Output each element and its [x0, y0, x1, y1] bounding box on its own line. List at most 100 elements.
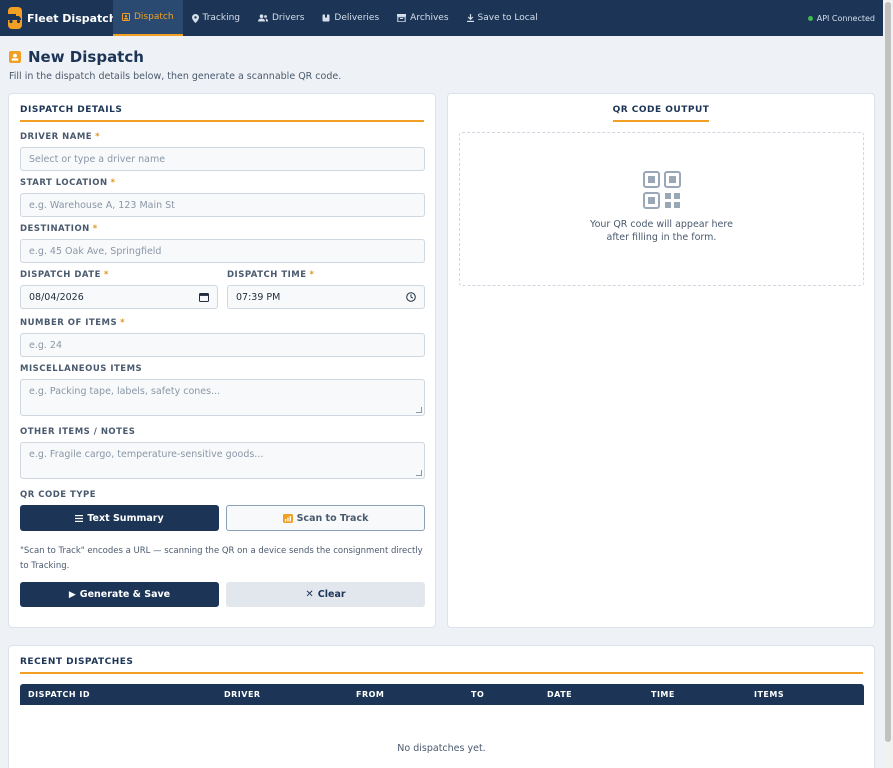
time-value: 07:39 PM — [236, 291, 281, 303]
brand[interactable]: Fleet Dispatch — [0, 0, 117, 36]
badge-icon — [122, 13, 130, 21]
qr-placeholder-text: Your QR code will appear here — [590, 219, 733, 230]
required-mark: * — [92, 224, 98, 234]
field-label: DRIVER NAME — [20, 132, 93, 142]
archive-icon — [397, 14, 407, 22]
field-label: MISCELLANEOUS ITEMS — [20, 364, 143, 374]
date-value: 08/04/2026 — [29, 291, 84, 303]
driver-name-field: DRIVER NAME * Select or type a driver nam… — [20, 132, 425, 171]
start-location-input[interactable]: e.g. Warehouse A, 123 Main St — [20, 193, 425, 217]
start-location-field: START LOCATION * e.g. Warehouse A, 123 Ma… — [20, 178, 425, 217]
dispatch-date-field: DISPATCH DATE * 08/04/2026 — [20, 270, 218, 309]
number-of-items-input[interactable]: e.g. 24 — [20, 333, 425, 357]
empty-state-text: No dispatches yet. — [397, 743, 486, 754]
recent-dispatches-card: RECENT DISPATCHES DISPATCH ID DRIVER FRO… — [8, 645, 875, 768]
field-label: QR CODE TYPE — [20, 490, 97, 500]
app-name: Fleet Dispatch — [27, 11, 117, 25]
dispatch-time-field: DISPATCH TIME * 07:39 PM — [227, 270, 425, 309]
miscellaneous-items-textarea[interactable]: e.g. Packing tape, labels, safety cones.… — [20, 379, 425, 416]
resize-handle-icon[interactable] — [416, 407, 422, 413]
card-title: RECENT DISPATCHES — [20, 657, 863, 674]
top-nav-bar: Fleet Dispatch Dispatch Tracking Drivers… — [0, 0, 883, 36]
users-icon — [258, 14, 268, 22]
required-mark: * — [95, 132, 101, 142]
main-nav: Dispatch Tracking Drivers Deliveries Arc… — [113, 0, 547, 36]
column-header[interactable]: TIME — [651, 684, 675, 705]
nav-item-dispatch[interactable]: Dispatch — [113, 0, 183, 36]
other-items-notes-textarea[interactable]: e.g. Fragile cargo, temperature-sensitiv… — [20, 442, 425, 479]
required-mark: * — [110, 178, 116, 188]
signal-bars-icon — [282, 513, 293, 523]
qr-code-type-field: QR CODE TYPE Text Summary Scan to Track — [20, 490, 425, 531]
column-header[interactable]: ITEMS — [754, 684, 784, 705]
other-items-notes-field: OTHER ITEMS / NOTES e.g. Fragile cargo, … — [20, 427, 425, 479]
dispatch-time-input[interactable]: 07:39 PM — [227, 285, 425, 309]
field-label: DISPATCH TIME — [227, 270, 307, 280]
required-mark: * — [120, 318, 126, 328]
page-header: New Dispatch Fill in the dispatch detail… — [9, 48, 341, 82]
play-icon: ▶ — [68, 589, 76, 600]
field-label: OTHER ITEMS / NOTES — [20, 427, 136, 437]
scan-to-track-button[interactable]: Scan to Track — [226, 505, 425, 531]
api-status-label: API Connected — [816, 13, 875, 23]
field-label: DESTINATION — [20, 224, 90, 234]
api-status: API Connected — [807, 0, 875, 36]
clear-button[interactable]: ✕ Clear — [226, 582, 425, 607]
destination-input[interactable]: e.g. 45 Oak Ave, Springfield — [20, 239, 425, 263]
close-icon: ✕ — [305, 589, 314, 600]
driver-name-input[interactable]: Select or type a driver name — [20, 147, 425, 171]
nav-label: Dispatch — [134, 12, 174, 22]
package-icon — [322, 14, 330, 22]
field-label: NUMBER OF ITEMS — [20, 318, 118, 328]
resize-handle-icon[interactable] — [416, 470, 422, 476]
column-header[interactable]: TO — [471, 684, 484, 705]
button-label: Clear — [317, 589, 346, 600]
required-mark: * — [103, 270, 109, 280]
form-actions: ▶ Generate & Save ✕ Clear — [20, 582, 425, 607]
qr-code-icon — [642, 171, 681, 209]
qr-type-hint: "Scan to Track" encodes a URL — scanning… — [20, 546, 423, 571]
nav-item-tracking[interactable]: Tracking — [183, 0, 249, 36]
nav-label: Drivers — [272, 13, 305, 23]
dispatch-date-input[interactable]: 08/04/2026 — [20, 285, 218, 309]
qr-placeholder-text: after filling in the form. — [606, 232, 717, 243]
page-subtitle: Fill in the dispatch details below, then… — [9, 71, 342, 82]
clock-icon[interactable] — [406, 292, 416, 302]
column-header[interactable]: DATE — [547, 684, 572, 705]
badge-icon — [9, 51, 21, 63]
nav-item-save-to-local[interactable]: Save to Local — [458, 0, 547, 36]
card-title: QR CODE OUTPUT — [612, 105, 710, 122]
field-label: DISPATCH DATE — [20, 270, 101, 280]
generate-and-save-button[interactable]: ▶ Generate & Save — [20, 582, 219, 607]
status-dot-icon — [807, 15, 813, 21]
nav-label: Deliveries — [334, 13, 380, 23]
column-header[interactable]: DRIVER — [224, 684, 261, 705]
column-header[interactable]: DISPATCH ID — [28, 684, 90, 705]
map-pin-icon — [191, 13, 199, 23]
nav-item-drivers[interactable]: Drivers — [249, 0, 313, 36]
destination-field: DESTINATION * e.g. 45 Oak Ave, Springfiel… — [20, 224, 425, 263]
input-placeholder: e.g. Warehouse A, 123 Main St — [29, 199, 175, 211]
download-icon — [466, 14, 474, 22]
input-placeholder: e.g. 24 — [29, 339, 63, 351]
page-scrollbar[interactable] — [883, 0, 893, 768]
qr-code-output-card: QR CODE OUTPUT Your QR code will appear … — [447, 93, 875, 628]
field-label: START LOCATION — [20, 178, 108, 188]
input-placeholder: e.g. Fragile cargo, temperature-sensitiv… — [29, 449, 264, 460]
nav-item-deliveries[interactable]: Deliveries — [313, 0, 388, 36]
truck-icon — [8, 7, 22, 29]
input-placeholder: e.g. Packing tape, labels, safety cones.… — [29, 386, 221, 397]
button-label: Generate & Save — [79, 589, 171, 600]
required-mark: * — [309, 270, 315, 280]
input-placeholder: Select or type a driver name — [29, 153, 166, 165]
nav-item-archives[interactable]: Archives — [388, 0, 457, 36]
calendar-icon[interactable] — [199, 292, 209, 302]
miscellaneous-items-field: MISCELLANEOUS ITEMS e.g. Packing tape, l… — [20, 364, 425, 416]
column-header[interactable]: FROM — [356, 684, 384, 705]
card-title: DISPATCH DETAILS — [20, 105, 424, 122]
number-of-items-field: NUMBER OF ITEMS * e.g. 24 — [20, 318, 425, 357]
scrollbar-thumb[interactable] — [885, 2, 891, 742]
qr-placeholder: Your QR code will appear here after fill… — [459, 132, 864, 286]
input-placeholder: e.g. 45 Oak Ave, Springfield — [29, 245, 162, 257]
text-summary-button[interactable]: Text Summary — [20, 505, 219, 531]
